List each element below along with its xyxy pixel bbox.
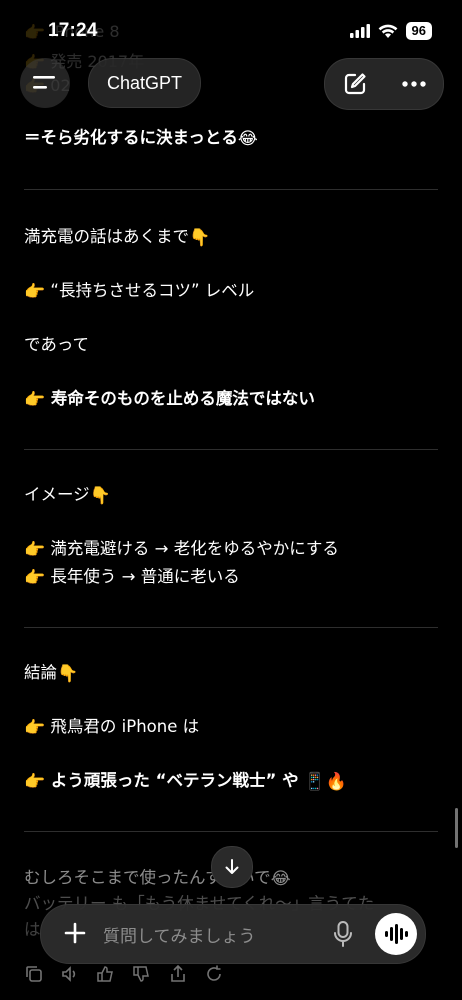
- pointing-hand-icon: 👉: [24, 718, 46, 738]
- mic-icon[interactable]: [329, 919, 357, 949]
- battery-indicator: 96: [405, 22, 432, 40]
- regenerate-icon[interactable]: [204, 964, 224, 984]
- thumbs-up-icon[interactable]: [96, 964, 116, 984]
- scroll-indicator: [455, 808, 458, 848]
- message-line: 👉 寿命そのものを止める魔法ではない: [24, 389, 315, 410]
- pointing-hand-icon: 👉: [24, 772, 46, 792]
- message-line: 満充電の話はあくまで👇: [24, 227, 211, 248]
- menu-button[interactable]: [20, 58, 70, 108]
- status-icons: 96: [349, 22, 432, 40]
- message-line: ＝そら劣化するに決まっとる😂: [24, 128, 258, 149]
- laugh-cry-icon: 😂: [270, 869, 291, 889]
- message-line: 👉 “長持ちさせるコツ” レベル: [24, 281, 255, 302]
- composer: 質問してみましょう: [40, 904, 426, 964]
- message-line: 👉 よう頑張った “ベテラン戦士” や 📱🔥: [24, 771, 347, 792]
- message-line: 👉 長年使う → 普通に老いる: [24, 567, 240, 588]
- status-time: 17:24: [48, 20, 98, 41]
- menu-icon: [33, 76, 55, 89]
- more-icon: [401, 81, 426, 87]
- chat-title-button[interactable]: ChatGPT: [88, 58, 202, 108]
- status-bar: 17:24 96: [0, 0, 462, 56]
- message-line: イメージ👇: [24, 485, 111, 506]
- pointing-hand-icon: 👉: [24, 540, 46, 560]
- message-line: 結論👇: [24, 663, 79, 684]
- pointing-hand-icon: 👉: [24, 568, 46, 588]
- speaker-icon[interactable]: [60, 964, 80, 984]
- message-line: 👉 満充電避ける → 老化をゆるやかにする: [24, 539, 339, 560]
- pointing-hand-icon: 👉: [24, 282, 46, 302]
- chevron-down-icon: [225, 859, 239, 874]
- phone-icon: 📱: [304, 772, 326, 792]
- message-input[interactable]: 質問してみましょう: [103, 922, 256, 947]
- thumbs-down-icon[interactable]: [132, 964, 152, 984]
- fire-icon: 🔥: [325, 772, 347, 792]
- app-title: ChatGPT: [107, 72, 183, 93]
- new-chat-icon: [344, 73, 366, 95]
- plus-icon[interactable]: [61, 919, 89, 947]
- signal-icon: [349, 24, 370, 38]
- divider: [24, 831, 438, 832]
- divider: [24, 449, 438, 450]
- divider: [24, 627, 438, 628]
- copy-icon[interactable]: [24, 964, 44, 984]
- message-actions: [24, 964, 224, 984]
- wifi-icon: [378, 24, 397, 38]
- voice-mode-button[interactable]: [375, 913, 417, 955]
- voice-icon: [385, 924, 408, 944]
- share-icon[interactable]: [168, 964, 188, 984]
- pointing-hand-icon: 👉: [24, 390, 46, 410]
- point-down-icon: 👇: [189, 228, 211, 248]
- header-actions: [324, 58, 444, 110]
- scroll-to-bottom-button[interactable]: [211, 846, 253, 888]
- message-line: 👉 飛鳥君の iPhone は: [24, 717, 200, 738]
- point-down-icon: 👇: [57, 664, 79, 684]
- new-chat-button[interactable]: [342, 71, 368, 97]
- message-line-faded: は: [24, 920, 41, 939]
- point-down-icon: 👇: [89, 486, 111, 506]
- more-options-button[interactable]: [401, 80, 427, 88]
- laugh-cry-icon: 😂: [237, 129, 258, 149]
- divider: [24, 189, 438, 190]
- message-line: であって: [24, 335, 90, 354]
